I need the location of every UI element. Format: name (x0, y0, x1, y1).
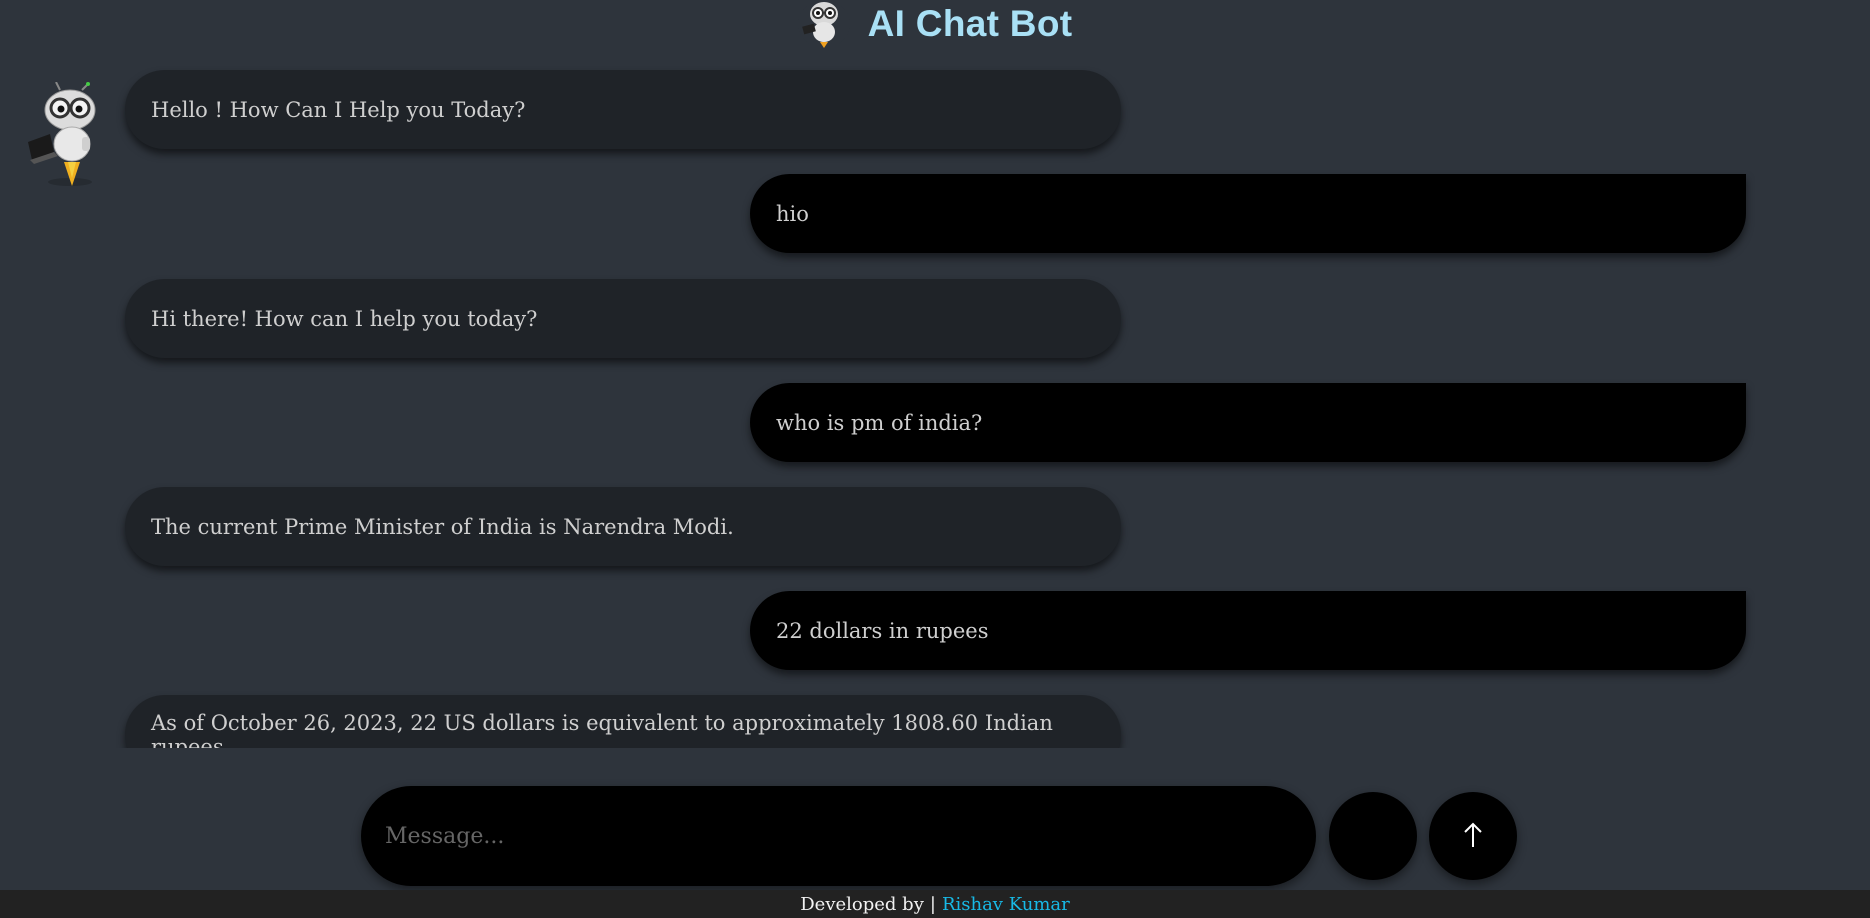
author-link[interactable]: Rishav Kumar (942, 894, 1070, 915)
voice-button[interactable] (1329, 792, 1417, 880)
user-message: who is pm of india? (750, 383, 1746, 462)
bot-message: As of October 26, 2023, 22 US dollars is… (125, 695, 1121, 748)
send-button[interactable] (1429, 792, 1517, 880)
arrow-up-icon (1462, 821, 1484, 852)
chat-messages[interactable]: Hello ! How Can I Help you Today? hio Hi… (0, 48, 1870, 748)
user-message: hio (750, 174, 1746, 253)
footer-separator: | (929, 893, 936, 915)
bot-avatar-icon (20, 81, 115, 192)
footer-prefix: Developed by (800, 893, 924, 915)
message-input[interactable] (361, 786, 1316, 886)
message-composer (0, 778, 1870, 890)
user-message: 22 dollars in rupees (750, 591, 1746, 670)
app-header: AI Chat Bot (0, 0, 1870, 48)
footer: Developed by | Rishav Kumar (0, 890, 1870, 918)
robot-icon (797, 0, 850, 48)
bot-message: Hello ! How Can I Help you Today? (125, 70, 1121, 149)
bot-message: The current Prime Minister of India is N… (125, 487, 1121, 566)
app-title: AI Chat Bot (867, 3, 1073, 44)
bot-message: Hi there! How can I help you today? (125, 279, 1121, 358)
